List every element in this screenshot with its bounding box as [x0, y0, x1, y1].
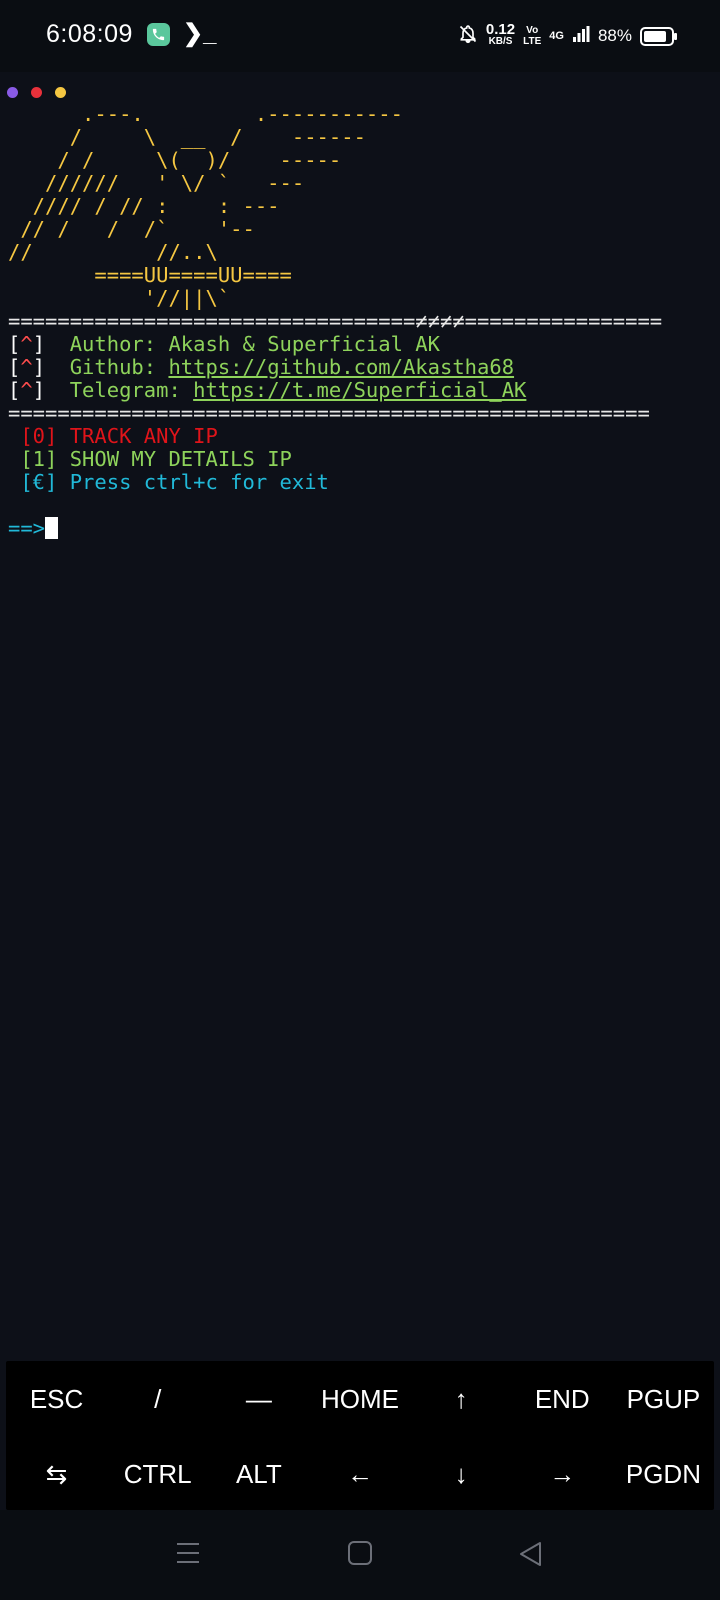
prompt-line[interactable]: ==>: [8, 517, 712, 540]
prompt: ==>: [8, 516, 46, 540]
recents-menu-icon[interactable]: [175, 1540, 201, 1570]
red-dot: [31, 87, 42, 98]
dash-key[interactable]: —: [208, 1361, 309, 1438]
yellow-dot: [55, 87, 66, 98]
home-key[interactable]: HOME: [309, 1361, 410, 1438]
github-link[interactable]: https://github.com/Akastha68: [168, 355, 514, 379]
network-speed: 0.12 KB/S: [485, 21, 516, 47]
github-label: Github:: [69, 355, 169, 379]
ascii-art-line: //// / // : : ---: [8, 194, 280, 218]
slash-key[interactable]: /: [107, 1361, 208, 1438]
pgdn-key[interactable]: PGDN: [613, 1438, 714, 1510]
tab-key[interactable]: ⇆: [6, 1438, 107, 1510]
ascii-art-line: .---. .-----------: [8, 102, 403, 126]
ascii-art-line: / \ __ / ------: [8, 125, 366, 149]
left-arrow-key[interactable]: ←: [309, 1438, 410, 1510]
end-key[interactable]: END: [512, 1361, 613, 1438]
ascii-art-line: '//||\`: [8, 286, 231, 310]
ascii-art-line: / / \( )/ -----: [8, 148, 342, 172]
menu-option-track: [0] TRACK ANY IP: [20, 424, 218, 448]
esc-key[interactable]: ESC: [6, 1361, 107, 1438]
ascii-art-line: // //..\: [8, 240, 218, 264]
bell-off-icon: [458, 24, 478, 49]
home-square-icon[interactable]: [347, 1540, 373, 1570]
status-icons: 0.12 KB/S Vo LTE 4G 88%: [458, 21, 677, 50]
terminal-app-icon: ❯_: [183, 20, 217, 47]
purple-dot: [7, 87, 18, 98]
battery-icon: [640, 26, 677, 46]
author-line: [^] Author: Akash & Superficial AK: [8, 332, 440, 356]
text-cursor[interactable]: [45, 517, 59, 539]
ctrl-key[interactable]: CTRL: [107, 1438, 208, 1510]
alt-key[interactable]: ALT: [208, 1438, 309, 1510]
phone-call-icon: [147, 23, 170, 46]
down-arrow-key[interactable]: ↓: [411, 1438, 512, 1510]
status-bar: 6:08:09 ❯_ 0.12 KB/S Vo LTE 4G 88%: [0, 0, 720, 72]
menu-option-details: [1] SHOW MY DETAILS IP: [20, 447, 292, 471]
ascii-art-line: ====UU====UU====: [8, 263, 292, 287]
menu-option-exit: [€] Press ctrl+c for exit: [20, 470, 329, 494]
separator-top: =================================≠≠≠≠===…: [8, 309, 663, 333]
up-arrow-key[interactable]: ↑: [411, 1361, 512, 1438]
github-line: [^] Github: https://github.com/Akastha68: [8, 355, 515, 379]
author-label: Author:: [69, 332, 169, 356]
clock: 6:08:09: [46, 20, 133, 48]
ascii-art-line: // / / /` '--: [8, 217, 255, 241]
pgup-key[interactable]: PGUP: [613, 1361, 714, 1438]
navigation-bar: [0, 1510, 720, 1600]
author-value: Akash & Superficial AK: [168, 332, 440, 356]
ascii-art-line: ////// ' \/ ` ---: [8, 171, 305, 195]
extra-keys-bar: ESC / — HOME ↑ END PGUP ⇆ CTRL ALT ← ↓ →…: [6, 1361, 714, 1510]
telegram-line: [^] Telegram: https://t.me/Superficial_A…: [8, 378, 527, 402]
volte-indicator: Vo LTE: [523, 25, 542, 47]
telegram-label: Telegram:: [69, 378, 194, 402]
right-arrow-key[interactable]: →: [512, 1438, 613, 1510]
network-type: 4G: [549, 30, 564, 42]
back-triangle-icon[interactable]: [517, 1540, 543, 1572]
separator-bottom: ========================================…: [8, 401, 650, 425]
window-dots: [7, 87, 66, 98]
signal-icon: [572, 25, 590, 48]
telegram-link[interactable]: https://t.me/Superficial_AK: [193, 378, 526, 402]
terminal-output: .---. .----------- / \ __ / ------ / / \…: [8, 103, 712, 540]
battery-percent: 88%: [597, 26, 632, 45]
